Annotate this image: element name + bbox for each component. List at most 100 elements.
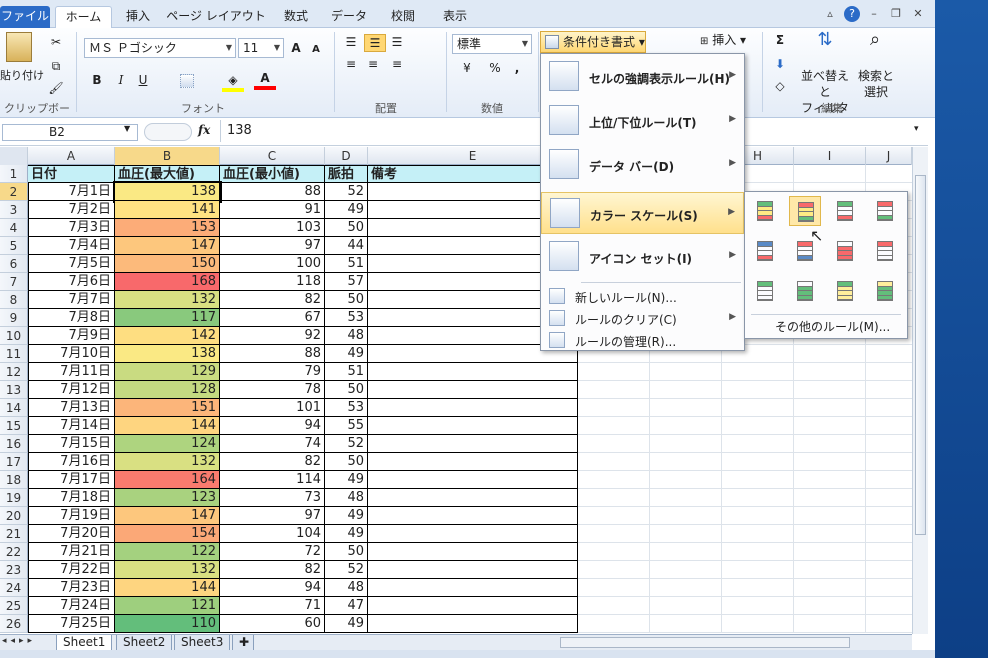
- column-header-c[interactable]: C: [220, 147, 325, 165]
- table-cell[interactable]: 138: [115, 345, 220, 363]
- cut-icon[interactable]: ✂: [48, 34, 64, 50]
- vertical-scroll-thumb[interactable]: [915, 175, 926, 535]
- table-cell[interactable]: 82: [220, 291, 325, 309]
- row-header[interactable]: 24: [0, 579, 28, 597]
- row-header[interactable]: 17: [0, 453, 28, 471]
- underline-button[interactable]: U: [134, 72, 152, 88]
- row-header[interactable]: 8: [0, 291, 28, 309]
- align-center-icon[interactable]: ≡: [364, 56, 382, 72]
- table-cell[interactable]: 7月18日: [28, 489, 115, 507]
- insert-sheet-icon[interactable]: ✚: [232, 635, 254, 651]
- table-cell[interactable]: 151: [115, 399, 220, 417]
- table-cell[interactable]: 7月2日: [28, 201, 115, 219]
- more-rules-item[interactable]: その他のルール(M)...: [775, 318, 890, 335]
- table-cell[interactable]: 168: [115, 273, 220, 291]
- table-cell[interactable]: 154: [115, 525, 220, 543]
- color-scale-swatch[interactable]: [749, 196, 781, 226]
- table-cell[interactable]: 7月7日: [28, 291, 115, 309]
- align-bottom-icon[interactable]: ☰: [388, 34, 406, 50]
- row-header[interactable]: 3: [0, 201, 28, 219]
- row-header[interactable]: 26: [0, 615, 28, 633]
- table-cell[interactable]: 97: [220, 237, 325, 255]
- table-cell[interactable]: 122: [115, 543, 220, 561]
- table-cell[interactable]: 52: [325, 561, 368, 579]
- table-cell[interactable]: 88: [220, 183, 325, 201]
- font-color-icon[interactable]: A: [254, 70, 276, 90]
- color-scale-swatch[interactable]: [749, 276, 781, 306]
- window-close-icon[interactable]: ✕: [910, 6, 926, 22]
- menu-small-item-2[interactable]: ルールのクリア(C) ▶: [541, 308, 744, 328]
- table-cell[interactable]: [368, 489, 578, 507]
- table-cell[interactable]: 7月20日: [28, 525, 115, 543]
- table-cell[interactable]: [368, 399, 578, 417]
- table-cell[interactable]: 7月6日: [28, 273, 115, 291]
- table-cell[interactable]: 44: [325, 237, 368, 255]
- menu-item-5[interactable]: アイコン セット(I) ▶: [541, 236, 744, 278]
- name-box-dropdown-icon[interactable]: ▼: [124, 124, 130, 133]
- table-cell[interactable]: 7月11日: [28, 363, 115, 381]
- font-name-select[interactable]: ＭＳ Ｐゴシック ▼: [84, 38, 236, 58]
- table-cell[interactable]: [368, 543, 578, 561]
- table-cell[interactable]: 7月12日: [28, 381, 115, 399]
- header-cell[interactable]: 血圧(最大値): [115, 165, 220, 183]
- table-cell[interactable]: 50: [325, 543, 368, 561]
- row-header[interactable]: 18: [0, 471, 28, 489]
- color-scale-swatch[interactable]: [869, 196, 901, 226]
- table-cell[interactable]: 79: [220, 363, 325, 381]
- table-cell[interactable]: 51: [325, 363, 368, 381]
- table-cell[interactable]: 7月10日: [28, 345, 115, 363]
- table-cell[interactable]: 7月25日: [28, 615, 115, 633]
- table-cell[interactable]: 129: [115, 363, 220, 381]
- tab-view[interactable]: 表示: [434, 6, 476, 28]
- sheet-nav-arrows-icon[interactable]: ◂◂▸▸: [2, 636, 36, 646]
- grow-font-icon[interactable]: A: [288, 40, 304, 56]
- table-cell[interactable]: 49: [325, 471, 368, 489]
- comma-button[interactable]: ,: [508, 60, 526, 76]
- find-select-button[interactable]: 検索と 選択: [856, 68, 896, 100]
- column-header-a[interactable]: A: [28, 147, 115, 165]
- table-cell[interactable]: 67: [220, 309, 325, 327]
- table-cell[interactable]: 73: [220, 489, 325, 507]
- table-cell[interactable]: 114: [220, 471, 325, 489]
- table-cell[interactable]: [368, 597, 578, 615]
- name-box[interactable]: B2: [2, 124, 138, 141]
- row-header[interactable]: 4: [0, 219, 28, 237]
- table-cell[interactable]: 123: [115, 489, 220, 507]
- table-cell[interactable]: 92: [220, 327, 325, 345]
- table-cell[interactable]: 150: [115, 255, 220, 273]
- table-cell[interactable]: 110: [115, 615, 220, 633]
- table-cell[interactable]: 117: [115, 309, 220, 327]
- table-cell[interactable]: [368, 435, 578, 453]
- table-cell[interactable]: 144: [115, 417, 220, 435]
- header-cell[interactable]: 血圧(最小値): [220, 165, 325, 183]
- menu-item-2[interactable]: 上位/下位ルール(T) ▶: [541, 100, 744, 142]
- table-cell[interactable]: 7月9日: [28, 327, 115, 345]
- copy-icon[interactable]: ⧉: [48, 58, 64, 74]
- borders-icon[interactable]: [178, 72, 196, 88]
- table-cell[interactable]: 49: [325, 615, 368, 633]
- minimize-ribbon-icon[interactable]: ▵: [822, 6, 838, 22]
- table-cell[interactable]: 104: [220, 525, 325, 543]
- table-cell[interactable]: 82: [220, 453, 325, 471]
- table-cell[interactable]: 53: [325, 309, 368, 327]
- table-cell[interactable]: 124: [115, 435, 220, 453]
- font-size-select[interactable]: 11 ▼: [238, 38, 284, 58]
- table-cell[interactable]: 7月3日: [28, 219, 115, 237]
- table-cell[interactable]: 7月24日: [28, 597, 115, 615]
- column-header-d[interactable]: D: [325, 147, 368, 165]
- row-header[interactable]: 1: [0, 165, 28, 183]
- table-cell[interactable]: 138: [113, 181, 222, 203]
- table-cell[interactable]: 88: [220, 345, 325, 363]
- column-header-j[interactable]: J: [866, 147, 912, 165]
- color-scale-swatch[interactable]: [829, 236, 861, 266]
- window-minimize-icon[interactable]: –: [866, 6, 882, 22]
- table-cell[interactable]: [368, 579, 578, 597]
- sheet-tab-1[interactable]: Sheet1: [56, 635, 113, 651]
- table-cell[interactable]: [368, 615, 578, 633]
- row-header[interactable]: 19: [0, 489, 28, 507]
- table-cell[interactable]: 147: [115, 507, 220, 525]
- row-header[interactable]: 11: [0, 345, 28, 363]
- table-cell[interactable]: 128: [115, 381, 220, 399]
- table-cell[interactable]: 147: [115, 237, 220, 255]
- table-cell[interactable]: 141: [115, 201, 220, 219]
